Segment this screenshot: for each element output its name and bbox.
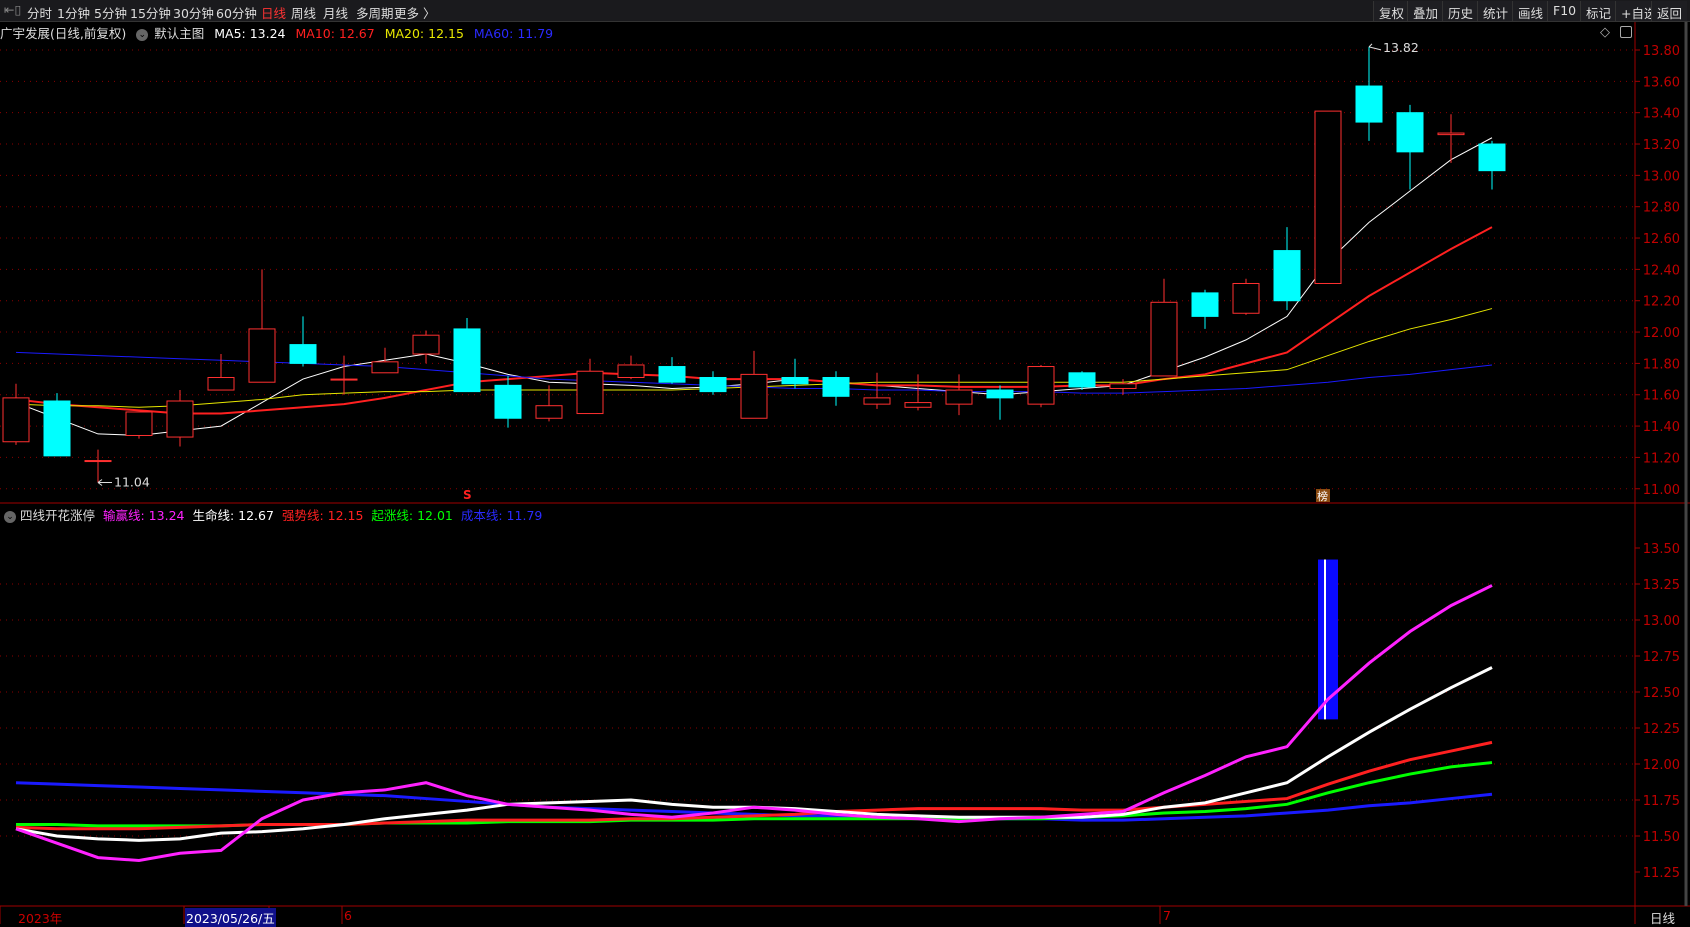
candle-down bbox=[1396, 112, 1424, 153]
stock-title: 广宇发展(日线,前复权) bbox=[0, 26, 127, 41]
candle-up bbox=[1314, 110, 1342, 284]
y-tick-label: 12.00 bbox=[1643, 326, 1680, 341]
x-label-month: 6 bbox=[344, 908, 352, 923]
candle-down bbox=[986, 389, 1014, 399]
candle-up bbox=[330, 378, 358, 381]
candle-down bbox=[289, 344, 317, 364]
candle-up bbox=[207, 377, 235, 391]
y-tick-label: 13.40 bbox=[1643, 107, 1680, 122]
candle-up bbox=[412, 334, 440, 355]
main-chart-header: 广宇发展(日线,前复权) ⌄ 默认主图 MA5: 13.24 MA10: 12.67… bbox=[0, 23, 1634, 41]
y-tick-label: 13.80 bbox=[1643, 44, 1680, 59]
bang-mark: 榜 bbox=[1317, 489, 1328, 503]
y-tick-label: 12.75 bbox=[1643, 650, 1680, 665]
y-tick-label: 11.20 bbox=[1643, 451, 1680, 466]
ma10-label: MA10: 12.67 bbox=[295, 26, 375, 41]
template-name[interactable]: 默认主图 bbox=[154, 26, 204, 41]
candle-down bbox=[658, 366, 686, 383]
cursor-date: 2023/05/26/五 bbox=[185, 908, 276, 927]
candle-up bbox=[535, 405, 563, 419]
candle-up bbox=[1437, 132, 1465, 136]
chart-canvas[interactable]: 13.80 13.60 13.40 13.20 13.00 12.80 12.60 12.40… bbox=[0, 0, 1690, 924]
y-tick-label: 11.80 bbox=[1643, 357, 1680, 372]
candle-down bbox=[43, 400, 71, 457]
indicator-header: ⌄ 四线开花涨停 输赢线: 13.24 生命线: 12.67 强势线: 12.15… bbox=[0, 505, 546, 523]
y-tick-label: 12.40 bbox=[1643, 263, 1680, 278]
candle-down bbox=[1355, 85, 1383, 123]
y-tick-label: 13.50 bbox=[1643, 542, 1680, 557]
y-tick-label: 13.20 bbox=[1643, 138, 1680, 153]
y-tick-label: 13.00 bbox=[1643, 169, 1680, 184]
candle-up bbox=[576, 370, 604, 415]
win-line-label: 输赢线: 13.24 bbox=[103, 508, 185, 523]
cost-line-label: 成本线: 11.79 bbox=[460, 508, 543, 523]
candle-down bbox=[1478, 143, 1506, 172]
candle-down bbox=[699, 377, 727, 393]
rise-line-label: 起涨线: 12.01 bbox=[371, 508, 453, 523]
candle-up bbox=[904, 402, 932, 408]
y-tick-label: 12.25 bbox=[1643, 722, 1680, 737]
candle-up bbox=[863, 397, 891, 405]
candle-down bbox=[1273, 250, 1301, 302]
candle-up bbox=[740, 373, 768, 419]
candle-down bbox=[1191, 292, 1219, 317]
signal-bar bbox=[1318, 559, 1338, 720]
ma60-label: MA60: 11.79 bbox=[473, 26, 554, 41]
y-tick-label: 11.00 bbox=[1643, 483, 1680, 498]
y-tick-label: 12.50 bbox=[1643, 686, 1680, 701]
x-label-year: 2023年 bbox=[18, 911, 63, 926]
y-tick-label: 12.00 bbox=[1643, 758, 1680, 773]
panel-toggle-icon[interactable] bbox=[1620, 26, 1632, 38]
y-tick-label: 12.60 bbox=[1643, 232, 1680, 247]
ma5-label: MA5: 13.24 bbox=[214, 26, 286, 41]
candle-down bbox=[1068, 372, 1096, 388]
candle-up bbox=[1232, 282, 1260, 314]
candle-up bbox=[371, 361, 399, 374]
low-price-label: 11.04 bbox=[114, 474, 150, 489]
candle-up bbox=[1150, 301, 1178, 377]
y-tick-label: 12.80 bbox=[1643, 201, 1680, 216]
candle-up bbox=[166, 400, 194, 438]
candle-up bbox=[248, 328, 276, 383]
strong-line-label: 强势线: 12.15 bbox=[281, 508, 364, 523]
diamond-icon[interactable]: ◇ bbox=[1600, 25, 1610, 40]
candle-down bbox=[494, 384, 522, 419]
y-tick-label: 11.50 bbox=[1643, 830, 1680, 845]
y-tick-label: 11.60 bbox=[1643, 389, 1680, 404]
x-label-month: 7 bbox=[1163, 908, 1171, 923]
high-arrow-icon bbox=[1368, 43, 1382, 51]
dropdown-icon[interactable]: ⌄ bbox=[4, 510, 16, 523]
candle-up bbox=[617, 364, 645, 379]
candle-up bbox=[945, 389, 973, 405]
s-signal-mark: S bbox=[463, 488, 472, 502]
y-tick-label: 12.20 bbox=[1643, 295, 1680, 310]
low-arrow-icon bbox=[97, 479, 112, 486]
y-tick-label: 11.25 bbox=[1643, 866, 1680, 881]
candle-up bbox=[1027, 366, 1055, 405]
candle-up bbox=[125, 411, 153, 436]
candle-up bbox=[84, 460, 112, 463]
candle-down bbox=[781, 377, 809, 385]
y-tick-label: 13.25 bbox=[1643, 578, 1680, 593]
y-tick-label: 13.60 bbox=[1643, 75, 1680, 90]
life-line-label: 生命线: 12.67 bbox=[192, 508, 274, 523]
candle-up bbox=[1109, 383, 1137, 389]
ma20-label: MA20: 12.15 bbox=[384, 26, 464, 41]
indicator-name[interactable]: 四线开花涨停 bbox=[20, 508, 95, 523]
candle-down bbox=[822, 377, 850, 397]
y-tick-label: 11.40 bbox=[1643, 420, 1680, 435]
period-label: 日线 bbox=[1650, 911, 1676, 926]
y-tick-label: 13.00 bbox=[1643, 614, 1680, 629]
y-tick-label: 11.75 bbox=[1643, 794, 1680, 809]
candle-down bbox=[453, 328, 481, 393]
high-price-label: 13.82 bbox=[1383, 40, 1419, 55]
candle-up bbox=[2, 397, 30, 443]
dropdown-icon[interactable]: ⌄ bbox=[136, 28, 149, 41]
